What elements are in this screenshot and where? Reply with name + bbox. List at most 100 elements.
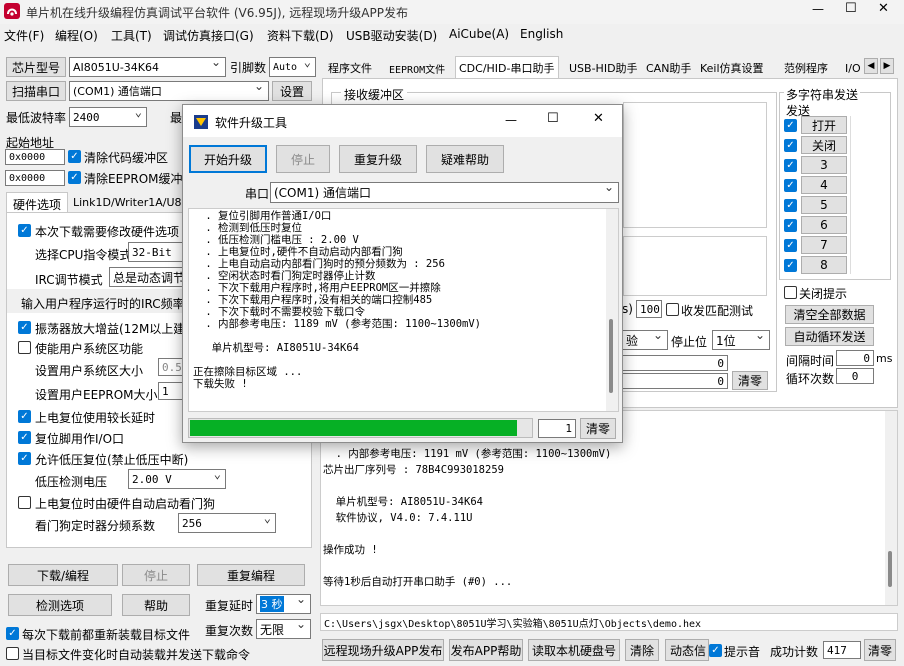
- stop-button[interactable]: 停止: [122, 564, 190, 586]
- stop-bits-select[interactable]: 1位: [712, 330, 770, 350]
- tab-scroll-left-icon[interactable]: ◀: [864, 58, 878, 74]
- menu-english[interactable]: English: [520, 27, 563, 41]
- minimize-icon[interactable]: —: [812, 2, 824, 16]
- tab-io[interactable]: I/O: [842, 58, 864, 78]
- clear-code-buffer-checkbox[interactable]: ✓: [68, 150, 81, 163]
- close-tip-checkbox[interactable]: [784, 286, 797, 299]
- dialog-log-area[interactable]: . 复位引脚用作普通I/O口 . 检测到低压时复位 . 低压检测门槛电压 : 2…: [188, 208, 619, 412]
- scan-port-button[interactable]: 扫描串口: [6, 81, 66, 101]
- upgrade-counter-clear-button[interactable]: 清零: [580, 418, 616, 439]
- user-sys-area-checkbox[interactable]: [18, 341, 31, 354]
- port-select[interactable]: (COM1) 通信端口: [69, 81, 269, 101]
- modify-hardware-checkbox[interactable]: ✓: [18, 224, 31, 237]
- low-volt-reset-checkbox[interactable]: ✓: [18, 452, 31, 465]
- reload-before-download-checkbox[interactable]: ✓: [6, 627, 19, 640]
- tab-program-file[interactable]: 程序文件: [325, 58, 375, 78]
- tab-scroll-right-icon[interactable]: ▶: [880, 58, 894, 74]
- repeat-delay-select[interactable]: 3 秒: [256, 594, 311, 614]
- timeout-input[interactable]: 100: [636, 300, 662, 318]
- pins-select[interactable]: Auto: [269, 57, 316, 77]
- menu-tools[interactable]: 工具(T): [111, 27, 152, 44]
- multi-send-button-6[interactable]: 6: [801, 216, 847, 234]
- send-text-area[interactable]: [623, 236, 767, 296]
- dialog-log-scrollbar[interactable]: [606, 209, 618, 411]
- tab-hardware-options[interactable]: 硬件选项: [6, 192, 68, 213]
- multi-send-checkbox-7[interactable]: ✓: [784, 239, 797, 252]
- reset-pin-io-checkbox[interactable]: ✓: [18, 431, 31, 444]
- auto-load-checkbox[interactable]: [6, 647, 19, 660]
- multi-send-button-3[interactable]: 3: [801, 156, 847, 174]
- tab-cdc-hid-serial[interactable]: CDC/HID-串口助手: [455, 56, 559, 78]
- multi-send-button-5[interactable]: 5: [801, 196, 847, 214]
- tab-eeprom-file[interactable]: EEPROM文件: [386, 58, 448, 78]
- output-log-scrollbar[interactable]: [885, 411, 897, 605]
- tab-keil-settings[interactable]: Keil仿真设置: [697, 58, 767, 78]
- dynamic-info-button[interactable]: 动态信: [665, 639, 709, 661]
- dialog-minimize-icon[interactable]: —: [505, 113, 517, 127]
- irc-mode-select[interactable]: 总是动态调节: [109, 267, 189, 287]
- interval-input[interactable]: 0: [836, 350, 874, 366]
- tab-link1d[interactable]: Link1D/Writer1A/U8: [73, 196, 182, 209]
- multi-send-checkbox-1[interactable]: ✓: [784, 119, 797, 132]
- menu-download[interactable]: 资料下载(D): [267, 27, 334, 44]
- read-disk-button[interactable]: 读取本机硬盘号: [528, 639, 620, 661]
- loop-count-input[interactable]: 0: [836, 368, 874, 384]
- multi-send-checkbox-8[interactable]: ✓: [784, 259, 797, 272]
- clear-all-data-button[interactable]: 清空全部数据: [785, 305, 874, 324]
- tab-usb-hid[interactable]: USB-HID助手: [566, 58, 641, 78]
- troubleshoot-help-button[interactable]: 疑难帮助: [426, 145, 504, 173]
- menu-aicube[interactable]: AiCube(A): [449, 27, 509, 41]
- chip-model-button[interactable]: 芯片型号: [6, 57, 66, 77]
- tab-can[interactable]: CAN助手: [643, 58, 694, 78]
- auto-loop-send-button[interactable]: 自动循环发送: [785, 327, 874, 346]
- reprogram-button[interactable]: 重复编程: [197, 564, 305, 586]
- beep-checkbox[interactable]: ✓: [709, 644, 722, 657]
- start-upgrade-button[interactable]: 开始升级: [189, 145, 267, 173]
- multi-send-button-1[interactable]: 打开: [801, 116, 847, 134]
- multi-send-button-8[interactable]: 8: [801, 256, 847, 274]
- output-log-scroll-thumb[interactable]: [888, 551, 892, 587]
- code-start-address-input[interactable]: 0x0000: [5, 149, 65, 165]
- chip-model-select[interactable]: AI8051U-34K64: [69, 57, 226, 77]
- menu-program[interactable]: 编程(O): [55, 27, 98, 44]
- menu-file[interactable]: 文件(F): [4, 27, 44, 44]
- parity-select[interactable]: 验: [622, 330, 668, 350]
- long-reset-checkbox[interactable]: ✓: [18, 410, 31, 423]
- min-baud-select[interactable]: 2400: [69, 107, 147, 127]
- repeat-upgrade-button[interactable]: 重复升级: [339, 145, 417, 173]
- multi-send-checkbox-5[interactable]: ✓: [784, 199, 797, 212]
- clear-counts-button[interactable]: 清零: [732, 371, 768, 390]
- help-button[interactable]: 帮助: [122, 594, 190, 616]
- stop-upgrade-button[interactable]: 停止: [276, 145, 330, 173]
- multi-send-checkbox-4[interactable]: ✓: [784, 179, 797, 192]
- wdt-div-select[interactable]: 256: [178, 513, 276, 533]
- multi-send-checkbox-3[interactable]: ✓: [784, 159, 797, 172]
- multi-send-checkbox-2[interactable]: ✓: [784, 139, 797, 152]
- low-volt-level-select[interactable]: 2.00 V: [128, 469, 226, 489]
- dialog-log-scroll-thumb[interactable]: [609, 319, 613, 393]
- close-icon[interactable]: ✕: [878, 1, 889, 16]
- publish-app-button[interactable]: 远程现场升级APP发布: [322, 639, 444, 661]
- eeprom-start-address-input[interactable]: 0x0000: [5, 170, 65, 186]
- multi-send-checkbox-6[interactable]: ✓: [784, 219, 797, 232]
- multi-send-button-2[interactable]: 关闭: [801, 136, 847, 154]
- multi-send-button-7[interactable]: 7: [801, 236, 847, 254]
- menu-debug[interactable]: 调试仿真接口(G): [163, 27, 254, 44]
- wdt-hw-checkbox[interactable]: [18, 496, 31, 509]
- clear-output-button[interactable]: 清除: [625, 639, 659, 661]
- download-program-button[interactable]: 下载/编程: [8, 564, 118, 586]
- settings-button[interactable]: 设置: [272, 81, 312, 101]
- publish-help-button[interactable]: 发布APP帮助: [449, 639, 523, 661]
- osc-gain-checkbox[interactable]: ✓: [18, 321, 31, 334]
- dialog-port-select[interactable]: (COM1) 通信端口: [270, 182, 619, 203]
- check-options-button[interactable]: 检测选项: [8, 594, 112, 616]
- maximize-icon[interactable]: ☐: [845, 1, 857, 16]
- match-test-checkbox[interactable]: [666, 303, 679, 316]
- dialog-close-icon[interactable]: ✕: [593, 111, 604, 126]
- success-count-reset-button[interactable]: 清零: [864, 639, 896, 661]
- receive-text-area[interactable]: [623, 102, 767, 228]
- clear-eeprom-buffer-checkbox[interactable]: ✓: [68, 171, 81, 184]
- repeat-count-select[interactable]: 无限: [256, 619, 311, 639]
- multi-send-button-4[interactable]: 4: [801, 176, 847, 194]
- dialog-maximize-icon[interactable]: ☐: [547, 111, 559, 126]
